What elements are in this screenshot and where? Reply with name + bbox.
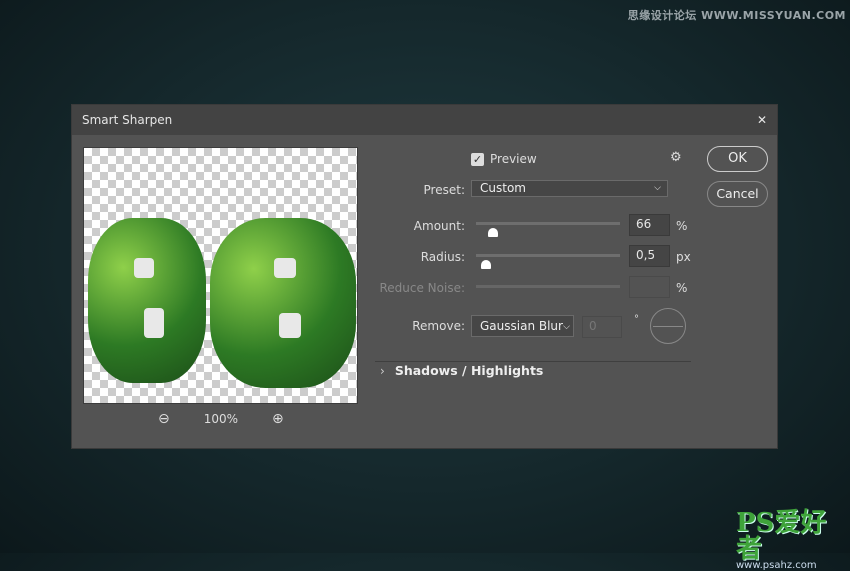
chevron-right-icon: › — [380, 363, 385, 378]
angle-unit: ° — [634, 314, 639, 325]
digit-hole — [279, 313, 301, 338]
section-title: Shadows / Highlights — [394, 363, 544, 378]
angle-dial-needle — [653, 326, 683, 327]
watermark-logo: PS爱好者 — [736, 508, 827, 564]
leaf-digit-right — [210, 218, 356, 388]
chevron-down-icon: ⌵ — [563, 322, 570, 332]
ok-button[interactable]: OK — [707, 146, 768, 172]
radius-input[interactable]: 0,5 — [629, 245, 670, 267]
remove-label: Remove: — [412, 319, 465, 333]
title-bar[interactable]: Smart Sharpen ✕ — [72, 105, 777, 135]
gear-icon[interactable]: ⚙ — [670, 150, 682, 165]
amount-input[interactable]: 66 — [629, 214, 670, 236]
watermark-url: www.psahz.com — [736, 560, 817, 571]
close-icon[interactable]: ✕ — [757, 113, 767, 127]
amount-unit: % — [676, 219, 688, 233]
preview-zoom-controls: ⊖ 100% ⊕ — [158, 411, 284, 427]
radius-slider[interactable] — [476, 254, 620, 257]
angle-dial-icon[interactable] — [650, 308, 686, 344]
radius-unit: px — [676, 250, 691, 264]
preview-image[interactable] — [83, 147, 358, 404]
chevron-down-icon: ⌵ — [654, 183, 661, 193]
checkbox-checked-icon[interactable]: ✓ — [471, 152, 484, 166]
leaf-digit-left — [88, 218, 206, 383]
reduce-noise-label: Reduce Noise: — [379, 281, 465, 295]
radius-label: Radius: — [420, 250, 465, 264]
watermark-bottom: PS爱好者 www.psahz.com — [736, 510, 846, 571]
zoom-level: 100% — [203, 412, 239, 426]
divider — [375, 361, 691, 362]
digit-hole — [134, 258, 154, 278]
remove-select[interactable]: Gaussian Blur ⌵ — [471, 315, 574, 337]
shadows-highlights-section[interactable]: › Shadows / Highlights — [380, 363, 543, 378]
amount-slider-thumb[interactable] — [488, 228, 498, 237]
preview-label: Preview — [490, 152, 537, 166]
cancel-button[interactable]: Cancel — [707, 181, 768, 207]
angle-input[interactable]: 0 — [582, 316, 622, 338]
amount-slider[interactable] — [476, 222, 620, 225]
remove-value: Gaussian Blur — [480, 319, 563, 333]
watermark-top: 思缘设计论坛 WWW.MISSYUAN.COM — [627, 9, 846, 22]
reduce-noise-slider[interactable] — [476, 285, 620, 288]
reduce-noise-unit: % — [676, 281, 688, 295]
preset-value: Custom — [480, 181, 526, 195]
smart-sharpen-dialog: Smart Sharpen ✕ ⊖ 100% ⊕ ✓ Preview ⚙ Pre… — [71, 104, 778, 449]
digit-hole — [144, 308, 164, 338]
dialog-title: Smart Sharpen — [82, 113, 173, 127]
preset-select[interactable]: Custom ⌵ — [471, 180, 668, 197]
preset-label: Preset: — [423, 183, 465, 197]
zoom-out-icon[interactable]: ⊖ — [158, 411, 170, 427]
zoom-in-icon[interactable]: ⊕ — [272, 411, 284, 427]
digit-hole — [274, 258, 296, 278]
radius-slider-thumb[interactable] — [481, 260, 491, 269]
amount-label: Amount: — [413, 219, 465, 233]
reduce-noise-input[interactable] — [629, 276, 670, 298]
preview-checkbox[interactable]: ✓ Preview — [471, 152, 537, 166]
